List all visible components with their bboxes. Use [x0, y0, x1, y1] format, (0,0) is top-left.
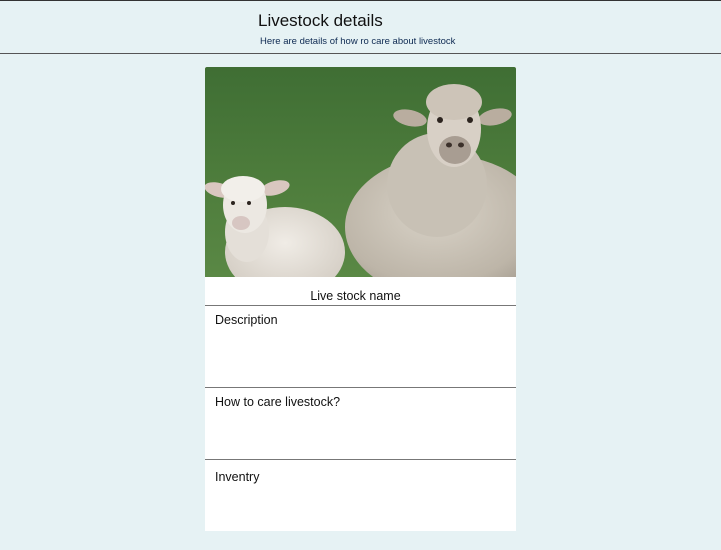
page-title: Livestock details	[258, 11, 383, 30]
care-section: How to care livestock?	[205, 388, 516, 460]
description-label: Description	[215, 313, 278, 327]
page-header: Livestock details Here are details of ho…	[0, 1, 721, 53]
livestock-name: Live stock name	[205, 277, 516, 306]
livestock-image	[205, 67, 516, 277]
inventory-section: Inventry	[205, 460, 516, 531]
livestock-name-label: Live stock name	[310, 289, 401, 303]
inventory-label: Inventry	[215, 470, 260, 484]
description-section: Description	[205, 306, 516, 388]
care-label: How to care livestock?	[215, 395, 341, 409]
page-subtitle: Here are details of how ro care about li…	[260, 36, 456, 47]
header-divider	[0, 53, 721, 54]
livestock-card: Live stock name Description How to care …	[205, 67, 516, 531]
